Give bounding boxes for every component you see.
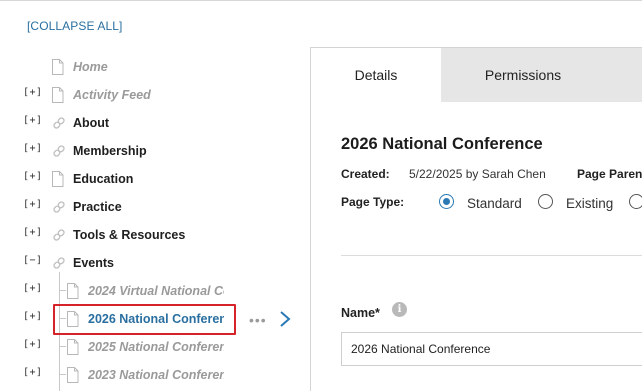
expand-toggle[interactable]: [+]	[23, 339, 43, 350]
page-parent-label: Page Parent	[577, 167, 642, 181]
expand-toggle[interactable]: [+]	[23, 171, 43, 182]
page-icon	[66, 283, 79, 299]
radio-standard-label: Standard	[467, 196, 522, 211]
tree-node-label[interactable]: Tools & Resources	[73, 228, 185, 242]
link-page-icon	[51, 143, 65, 159]
created-value: 5/22/2025 by Sarah Chen	[409, 167, 546, 181]
collapse-all-link[interactable]: [COLLAPSE ALL]	[27, 19, 122, 33]
radio-third-option[interactable]	[629, 194, 642, 209]
radio-existing[interactable]	[538, 194, 553, 209]
expand-toggle[interactable]: [+]	[23, 367, 43, 378]
page-icon	[51, 171, 64, 187]
tree-node-label[interactable]: Events	[73, 256, 114, 270]
link-page-icon	[51, 199, 65, 215]
page-icon	[66, 367, 79, 383]
selected-node-outline	[53, 304, 236, 335]
page-details-panel: Details Permissions 2026 National Confer…	[310, 47, 642, 391]
tree-node-label[interactable]: Practice	[73, 200, 122, 214]
section-divider	[341, 255, 642, 256]
tab-details[interactable]: Details	[311, 48, 441, 102]
created-label: Created:	[341, 167, 390, 181]
tree-node-label[interactable]: 2024 Virtual National Conference	[88, 284, 224, 298]
page-tree: [COLLAPSE ALL] Home [+] Activity Feed [+] Ab…	[0, 0, 300, 391]
tree-node-label[interactable]: Home	[73, 60, 108, 74]
tree-node-label[interactable]: Activity Feed	[73, 88, 151, 102]
info-icon[interactable]: i	[392, 302, 407, 317]
expand-toggle[interactable]: [+]	[23, 283, 43, 294]
expand-toggle[interactable]: [+]	[23, 87, 43, 98]
radio-standard[interactable]	[439, 194, 454, 209]
name-field-label: Name*	[341, 306, 380, 320]
radio-existing-label: Existing	[566, 196, 614, 211]
tree-branch-line	[59, 374, 66, 375]
name-input[interactable]	[341, 332, 642, 366]
page-title: 2026 National Conference	[341, 135, 543, 153]
tree-branch-line	[59, 290, 66, 291]
tree-node-label[interactable]: 2023 National Conference	[88, 368, 224, 382]
page-icon	[51, 59, 64, 75]
link-page-icon	[51, 255, 65, 271]
tree-node-label[interactable]: About	[73, 116, 109, 130]
tree-node-label[interactable]: Education	[73, 172, 133, 186]
page-type-label: Page Type:	[341, 195, 405, 209]
tree-branch-line	[59, 346, 66, 347]
expand-toggle[interactable]: [+]	[23, 199, 43, 210]
link-page-icon	[51, 227, 65, 243]
tab-bar: Details Permissions	[311, 48, 642, 102]
tree-node-label[interactable]: Membership	[73, 144, 147, 158]
collapse-toggle[interactable]: [−]	[23, 255, 43, 266]
expand-toggle[interactable]: [+]	[23, 143, 43, 154]
expand-toggle[interactable]: [+]	[23, 311, 43, 322]
chevron-right-icon[interactable]	[278, 310, 292, 328]
page-icon	[51, 87, 64, 103]
link-page-icon	[51, 115, 65, 131]
expand-toggle[interactable]: [+]	[23, 115, 43, 126]
more-actions-icon[interactable]: •••	[249, 312, 267, 328]
expand-toggle[interactable]: [+]	[23, 227, 43, 238]
tree-node-label[interactable]: 2025 National Conference	[88, 340, 224, 354]
page-icon	[66, 339, 79, 355]
tab-permissions[interactable]: Permissions	[441, 48, 605, 102]
